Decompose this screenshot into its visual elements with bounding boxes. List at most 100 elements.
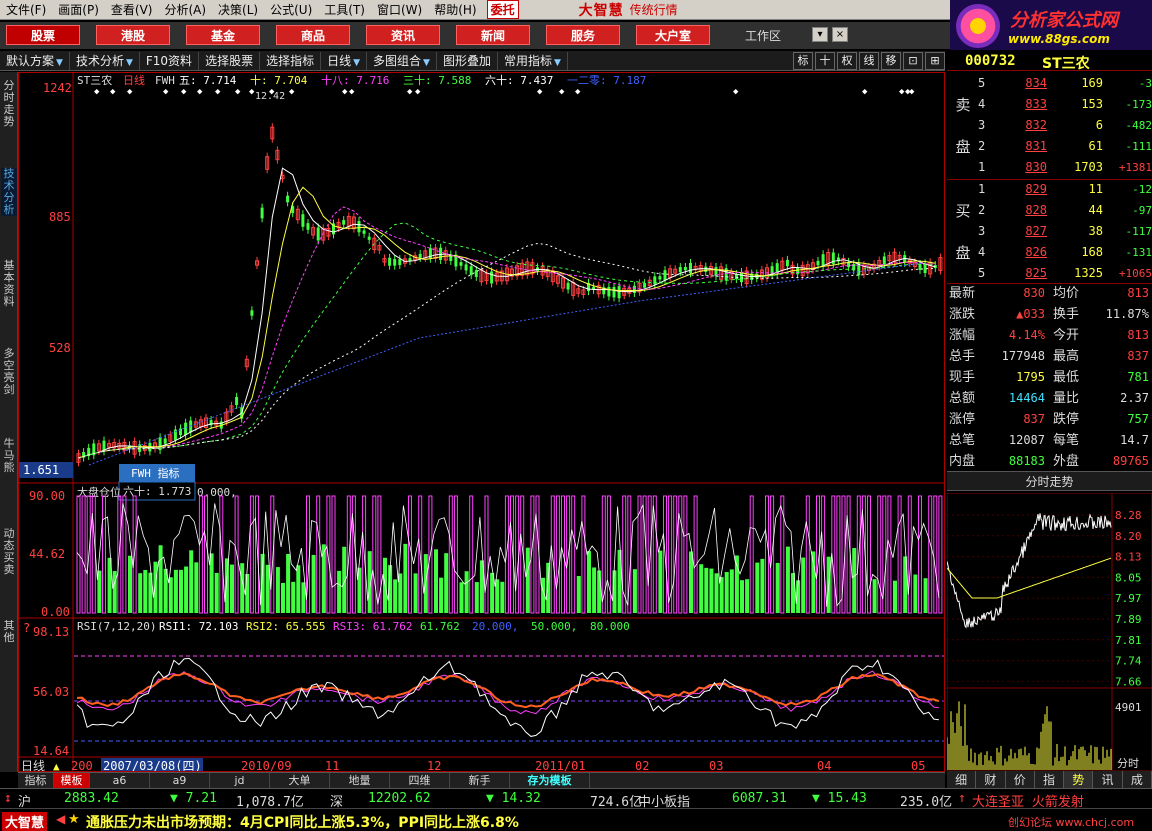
rsi-legend-item: 80.000: [590, 620, 630, 633]
tab-price[interactable]: 价: [1005, 771, 1035, 789]
nav-stock[interactable]: 股票: [6, 25, 80, 45]
toolbar-period[interactable]: 日线 ▼: [321, 51, 368, 70]
rsi-body: [74, 655, 944, 742]
kline-svg[interactable]: ST三农 日线 FWH 五: 7.714 十: 7.704 十八: 7.716 三十:…: [19, 73, 944, 771]
mini-tick: 8.05: [1115, 571, 1142, 584]
tpl-tab-template[interactable]: 模板: [54, 773, 90, 788]
tpl-tab-newbie[interactable]: 新手: [450, 773, 510, 788]
tpl-tab-low-volume[interactable]: 地量: [330, 773, 390, 788]
tab-minute-trend[interactable]: 分时走势: [1, 80, 17, 128]
menu-analysis[interactable]: 分析(A): [158, 1, 212, 18]
prev-icon[interactable]: ◀: [56, 812, 65, 826]
rsi-legend: RSI1: 72.103 RSI2: 65.555 RSI3: 61.762 61.…: [159, 620, 630, 633]
news-ticker[interactable]: 通胀压力未出市场预期：4月CPI同比上涨5.3%，PPI同比上涨6.8%: [86, 812, 519, 831]
toolbar-tech-analysis[interactable]: 技术分析 ▼: [70, 51, 140, 70]
order-row[interactable]: 4 826 168 -131: [947, 242, 1152, 263]
tab-detail[interactable]: 细: [947, 771, 977, 789]
toolbar-f10[interactable]: F10资料: [140, 51, 200, 70]
tpl-tab-indicator[interactable]: 指标: [18, 773, 54, 788]
order-row[interactable]: 1 830 1703 +1381: [947, 157, 1152, 178]
menu-view[interactable]: 查看(V): [105, 1, 159, 18]
toolbar-multi-chart[interactable]: 多图组合 ▼: [367, 51, 437, 70]
toolbar-select-stock[interactable]: 选择股票: [199, 51, 261, 70]
market-ticker[interactable]: ↕ 沪 2883.42 ▼ 7.21 1,078.7亿 深 12202.62 ▼…: [0, 788, 1152, 810]
logo-url: www.88gs.com: [1008, 32, 1110, 46]
menu-tools[interactable]: 工具(T): [318, 1, 371, 18]
tab-other[interactable]: 其他: [1, 620, 17, 644]
svg-text:◆: ◆: [249, 87, 255, 97]
tpl-tab-big-order[interactable]: 大单: [270, 773, 330, 788]
move-button[interactable]: 移: [881, 51, 901, 70]
weituo-button[interactable]: 委托: [486, 0, 519, 19]
order-row[interactable]: 1 829 11 -12: [947, 179, 1152, 200]
nav-vip-room[interactable]: 大户室: [636, 25, 710, 45]
kline-chart-area[interactable]: ST三农 日线 FWH 五: 7.714 十: 7.704 十八: 7.716 三十:…: [18, 72, 945, 772]
menu-formula[interactable]: 公式(U): [264, 1, 318, 18]
tab-index[interactable]: 指: [1034, 771, 1065, 789]
tpl-tab-jd[interactable]: jd: [210, 773, 270, 788]
tpl-tab-a6[interactable]: a6: [90, 773, 150, 788]
order-row[interactable]: 4 833 153 -173: [947, 94, 1152, 115]
tpl-tab-a9[interactable]: a9: [150, 773, 210, 788]
tab-news[interactable]: 讯: [1093, 771, 1123, 789]
nav-info[interactable]: 资讯: [366, 25, 440, 45]
x-tick-label: 2011/01: [535, 759, 586, 771]
question-icon[interactable]: ?: [23, 621, 30, 635]
tab-dynamic-trade[interactable]: 动态买卖: [1, 528, 17, 576]
ma-legend: 五: 7.714 十: 7.704 十八: 7.716 三十: 7.588 六十: 7.…: [179, 73, 646, 87]
line-button[interactable]: 线: [859, 51, 879, 70]
menu-decision[interactable]: 决策(L): [212, 1, 264, 18]
tab-trend[interactable]: 势: [1064, 771, 1094, 789]
tpl-tab-save[interactable]: 存为模板: [510, 773, 590, 788]
nav-service[interactable]: 服务: [546, 25, 620, 45]
nav-fund[interactable]: 基金: [186, 25, 260, 45]
tab-bull-bear[interactable]: 牛马熊: [1, 438, 17, 474]
dropdown-icon[interactable]: ▾: [812, 27, 828, 42]
toolbar-overlay[interactable]: 图形叠加: [437, 51, 498, 70]
sh-change: ▼ 7.21: [170, 791, 217, 806]
menu-window[interactable]: 窗口(W): [371, 1, 428, 18]
restore-icon[interactable]: ⊡: [903, 51, 923, 70]
order-row[interactable]: 2 828 44 -97: [947, 200, 1152, 221]
rights-button[interactable]: 权: [837, 51, 857, 70]
menu-help[interactable]: 帮助(H): [428, 1, 482, 18]
sz-index: 12202.62: [368, 791, 431, 806]
minute-chart-title[interactable]: 分时走势: [947, 471, 1152, 491]
minute-chart[interactable]: 8.28 8.20 8.13 8.05 7.97 7.89 7.81 7.74 7.66 4901…: [947, 493, 1152, 771]
svg-text:◆: ◆: [407, 87, 413, 97]
rsi-legend-item: RSI3: 61.762: [333, 620, 412, 633]
close-icon[interactable]: ×: [832, 27, 848, 42]
toolbar-default-scheme[interactable]: 默认方案 ▼: [0, 51, 70, 70]
tab-tech-analysis[interactable]: 技术分析: [1, 168, 17, 216]
stat-row: 总额 14464 量比 2.37: [949, 391, 1149, 406]
stock-header: 000732 ST三农: [947, 51, 1152, 72]
menu-file[interactable]: 文件(F): [0, 1, 52, 18]
menu-view-screen[interactable]: 画面(P): [52, 1, 105, 18]
mini-vol-tick: 4901: [1115, 701, 1142, 714]
order-row[interactable]: 3 832 6 -482: [947, 115, 1152, 136]
mark-button[interactable]: 标: [793, 51, 813, 70]
toolbar-common-indicators[interactable]: 常用指标 ▼: [498, 51, 568, 70]
order-row[interactable]: 2 831 61 -111: [947, 136, 1152, 157]
nav-bar: 股票 港股 基金 商品 资讯 新闻 服务 大户室 工作区 ▾ ×: [0, 22, 950, 49]
tab-finance[interactable]: 财: [976, 771, 1006, 789]
nav-hk[interactable]: 港股: [96, 25, 170, 45]
mini-tick: 7.97: [1115, 592, 1142, 605]
order-row[interactable]: 3 827 38 -117: [947, 221, 1152, 242]
nav-commodity[interactable]: 商品: [276, 25, 350, 45]
tab-basic-info[interactable]: 基本资料: [1, 260, 17, 308]
toolbar-select-indicator[interactable]: 选择指标: [260, 51, 322, 70]
order-row[interactable]: 5 834 169 -3: [947, 73, 1152, 94]
order-row[interactable]: 5 825 1325 +1065: [947, 263, 1152, 284]
rsi-legend-item: RSI2: 65.555: [246, 620, 325, 633]
nav-news[interactable]: 新闻: [456, 25, 530, 45]
maximize-icon[interactable]: ⊞: [925, 51, 945, 70]
crosshair-button[interactable]: 十: [815, 51, 835, 70]
mini-tick: 7.89: [1115, 613, 1142, 626]
panel2-title: 大盘仓位: [77, 485, 121, 499]
tab-long-short[interactable]: 多空亮剑: [1, 348, 17, 396]
workspace-label[interactable]: 工作区: [745, 27, 781, 44]
tab-trades[interactable]: 成: [1122, 771, 1152, 789]
tpl-tab-4d[interactable]: 四维: [390, 773, 450, 788]
mini-tick: 8.13: [1115, 551, 1142, 564]
